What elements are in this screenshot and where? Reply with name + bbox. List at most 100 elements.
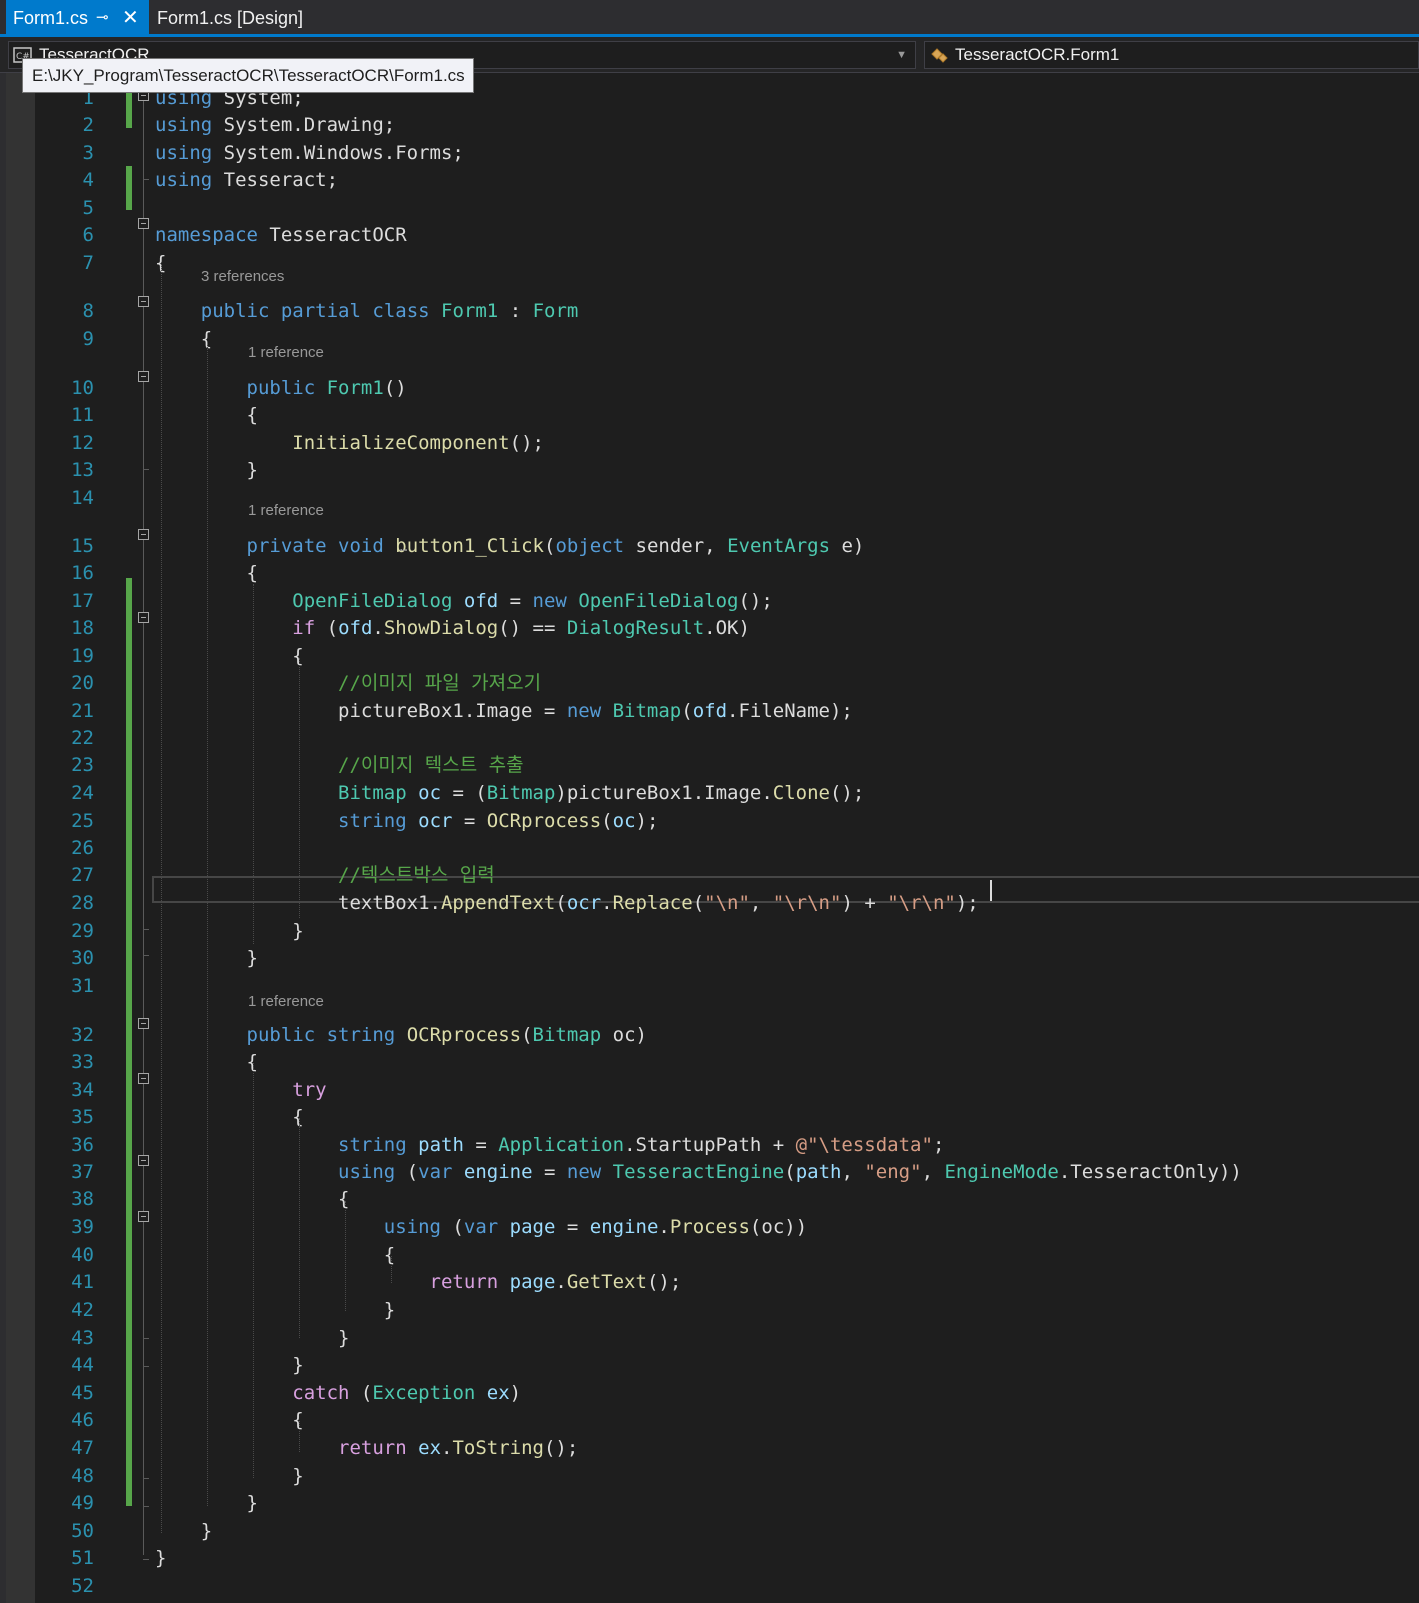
code-line[interactable]: 25 string ocr = OCRprocess(oc);: [0, 808, 1419, 835]
code-line[interactable]: 32 public string OCRprocess(Bitmap oc): [0, 1022, 1419, 1049]
line-number: 14: [71, 487, 94, 509]
code-line[interactable]: 17 OpenFileDialog ofd = new OpenFileDial…: [0, 588, 1419, 615]
code-token: var: [463, 1216, 499, 1238]
collapse-icon[interactable]: [138, 529, 149, 540]
code-line[interactable]: 12 InitializeComponent();: [0, 430, 1419, 457]
code-token: }: [155, 1547, 167, 1569]
line-number: 47: [71, 1437, 94, 1459]
code-line[interactable]: 23 //이미지 텍스트 추출: [0, 752, 1419, 779]
collapse-icon[interactable]: [138, 1211, 149, 1222]
code-line[interactable]: 5: [0, 195, 1419, 222]
line-number: 7: [82, 252, 94, 274]
code-line[interactable]: 27 //텍스트박스 입력: [0, 862, 1419, 889]
suggestion-dots-icon[interactable]: …: [400, 540, 407, 554]
code-token: ofd: [463, 590, 499, 612]
chevron-down-icon[interactable]: ▼: [896, 42, 907, 68]
code-line[interactable]: 44 }: [0, 1352, 1419, 1379]
code-line[interactable]: 51}: [0, 1545, 1419, 1572]
code-line[interactable]: 30 }: [0, 945, 1419, 972]
code-token: try: [292, 1079, 327, 1101]
code-line[interactable]: 49 }: [0, 1490, 1419, 1517]
code-line[interactable]: 52: [0, 1573, 1419, 1600]
code-token: ex: [418, 1437, 442, 1459]
collapse-icon[interactable]: [138, 218, 149, 229]
pin-icon[interactable]: ⊸: [96, 0, 109, 36]
tab-form1-cs[interactable]: Form1.cs ⊸ ✕: [6, 0, 149, 37]
collapse-icon[interactable]: [138, 1155, 149, 1166]
code-token: engine: [589, 1216, 659, 1238]
line-number: 20: [71, 672, 94, 694]
code-line[interactable]: 29 }: [0, 918, 1419, 945]
code-token: page: [509, 1271, 556, 1293]
code-line[interactable]: 4 using Tesseract;: [0, 167, 1419, 194]
collapse-icon[interactable]: [138, 612, 149, 623]
code-line[interactable]: 13 }: [0, 457, 1419, 484]
code-token: ex: [486, 1382, 510, 1404]
code-token: button1_Click: [395, 535, 544, 557]
code-text: if (ofd.ShowDialog() == DialogResult.OK): [155, 615, 750, 642]
code-token: Form: [532, 300, 579, 322]
code-line[interactable]: 20 //이미지 파일 가져오기: [0, 670, 1419, 697]
code-line[interactable]: 46 {: [0, 1407, 1419, 1434]
code-text: }: [155, 918, 303, 945]
code-token: ();: [738, 590, 773, 612]
tab-form1-design[interactable]: Form1.cs [Design]: [149, 0, 319, 37]
code-line[interactable]: 47 return ex.ToString();: [0, 1435, 1419, 1462]
code-line[interactable]: 8 public partial class Form1 : Form: [0, 298, 1419, 325]
code-line[interactable]: 36 string path = Application.StartupPath…: [0, 1132, 1419, 1159]
code-text: return page.GetText();: [155, 1269, 682, 1296]
code-line[interactable]: 24 Bitmap oc = (Bitmap)pictureBox1.Image…: [0, 780, 1419, 807]
collapse-icon[interactable]: [138, 296, 149, 307]
code-text: private void button1_Click(object sender…: [155, 533, 865, 560]
code-line[interactable]: 7{: [0, 250, 1419, 277]
collapse-icon[interactable]: [138, 1073, 149, 1084]
code-text: public partial class Form1 : Form: [155, 298, 579, 325]
code-line[interactable]: 11 {: [0, 402, 1419, 429]
code-line[interactable]: 34 try: [0, 1077, 1419, 1104]
code-token: oc: [761, 1216, 785, 1238]
code-line[interactable]: 50 }: [0, 1518, 1419, 1545]
code-line[interactable]: 39 using (var page = engine.Process(oc)): [0, 1214, 1419, 1241]
code-line[interactable]: 42 }: [0, 1297, 1419, 1324]
code-token: string: [338, 810, 407, 832]
code-line[interactable]: 14: [0, 485, 1419, 512]
code-line[interactable]: 38 {: [0, 1186, 1419, 1213]
code-line[interactable]: 35 {: [0, 1104, 1419, 1131]
code-line[interactable]: 41 return page.GetText();: [0, 1269, 1419, 1296]
line-number: 8: [82, 300, 94, 322]
code-line[interactable]: 15 private void button1_Click(object sen…: [0, 533, 1419, 560]
code-text: using System.Drawing;: [155, 112, 395, 139]
code-line[interactable]: 9 {: [0, 326, 1419, 353]
code-line[interactable]: 22: [0, 725, 1419, 752]
collapse-icon[interactable]: [138, 371, 149, 382]
code-line[interactable]: 10 public Form1(): [0, 375, 1419, 402]
code-line[interactable]: 16 {: [0, 560, 1419, 587]
code-line[interactable]: 48 }: [0, 1463, 1419, 1490]
code-line[interactable]: 21 pictureBox1.Image = new Bitmap(ofd.Fi…: [0, 698, 1419, 725]
line-number: 25: [71, 810, 94, 832]
code-line[interactable]: 45 catch (Exception ex): [0, 1380, 1419, 1407]
collapse-icon[interactable]: [138, 1018, 149, 1029]
code-line[interactable]: 33 {: [0, 1049, 1419, 1076]
code-line[interactable]: 40 {: [0, 1242, 1419, 1269]
code-line[interactable]: 6 namespace TesseractOCR: [0, 222, 1419, 249]
code-line[interactable]: 19 {: [0, 643, 1419, 670]
code-line[interactable]: 37 using (var engine = new TesseractEngi…: [0, 1159, 1419, 1186]
code-line[interactable]: 18 if (ofd.ShowDialog() == DialogResult.…: [0, 615, 1419, 642]
code-line[interactable]: 28 textBox1.AppendText(ocr.Replace("\n",…: [0, 890, 1419, 917]
close-icon[interactable]: ✕: [122, 0, 139, 36]
code-text: string ocr = OCRprocess(oc);: [155, 808, 658, 835]
code-token: ) +: [841, 892, 888, 914]
code-line[interactable]: 31: [0, 973, 1419, 1000]
code-text: Bitmap oc = (Bitmap)pictureBox1.Image.Cl…: [155, 780, 864, 807]
code-token: return: [338, 1437, 407, 1459]
code-line[interactable]: 3 using System.Windows.Forms;: [0, 140, 1419, 167]
type-dropdown[interactable]: TesseractOCR.Form1: [924, 41, 1419, 69]
code-line[interactable]: 2 using System.Drawing;: [0, 112, 1419, 139]
code-line[interactable]: 43 }: [0, 1325, 1419, 1352]
code-line[interactable]: 26: [0, 835, 1419, 862]
